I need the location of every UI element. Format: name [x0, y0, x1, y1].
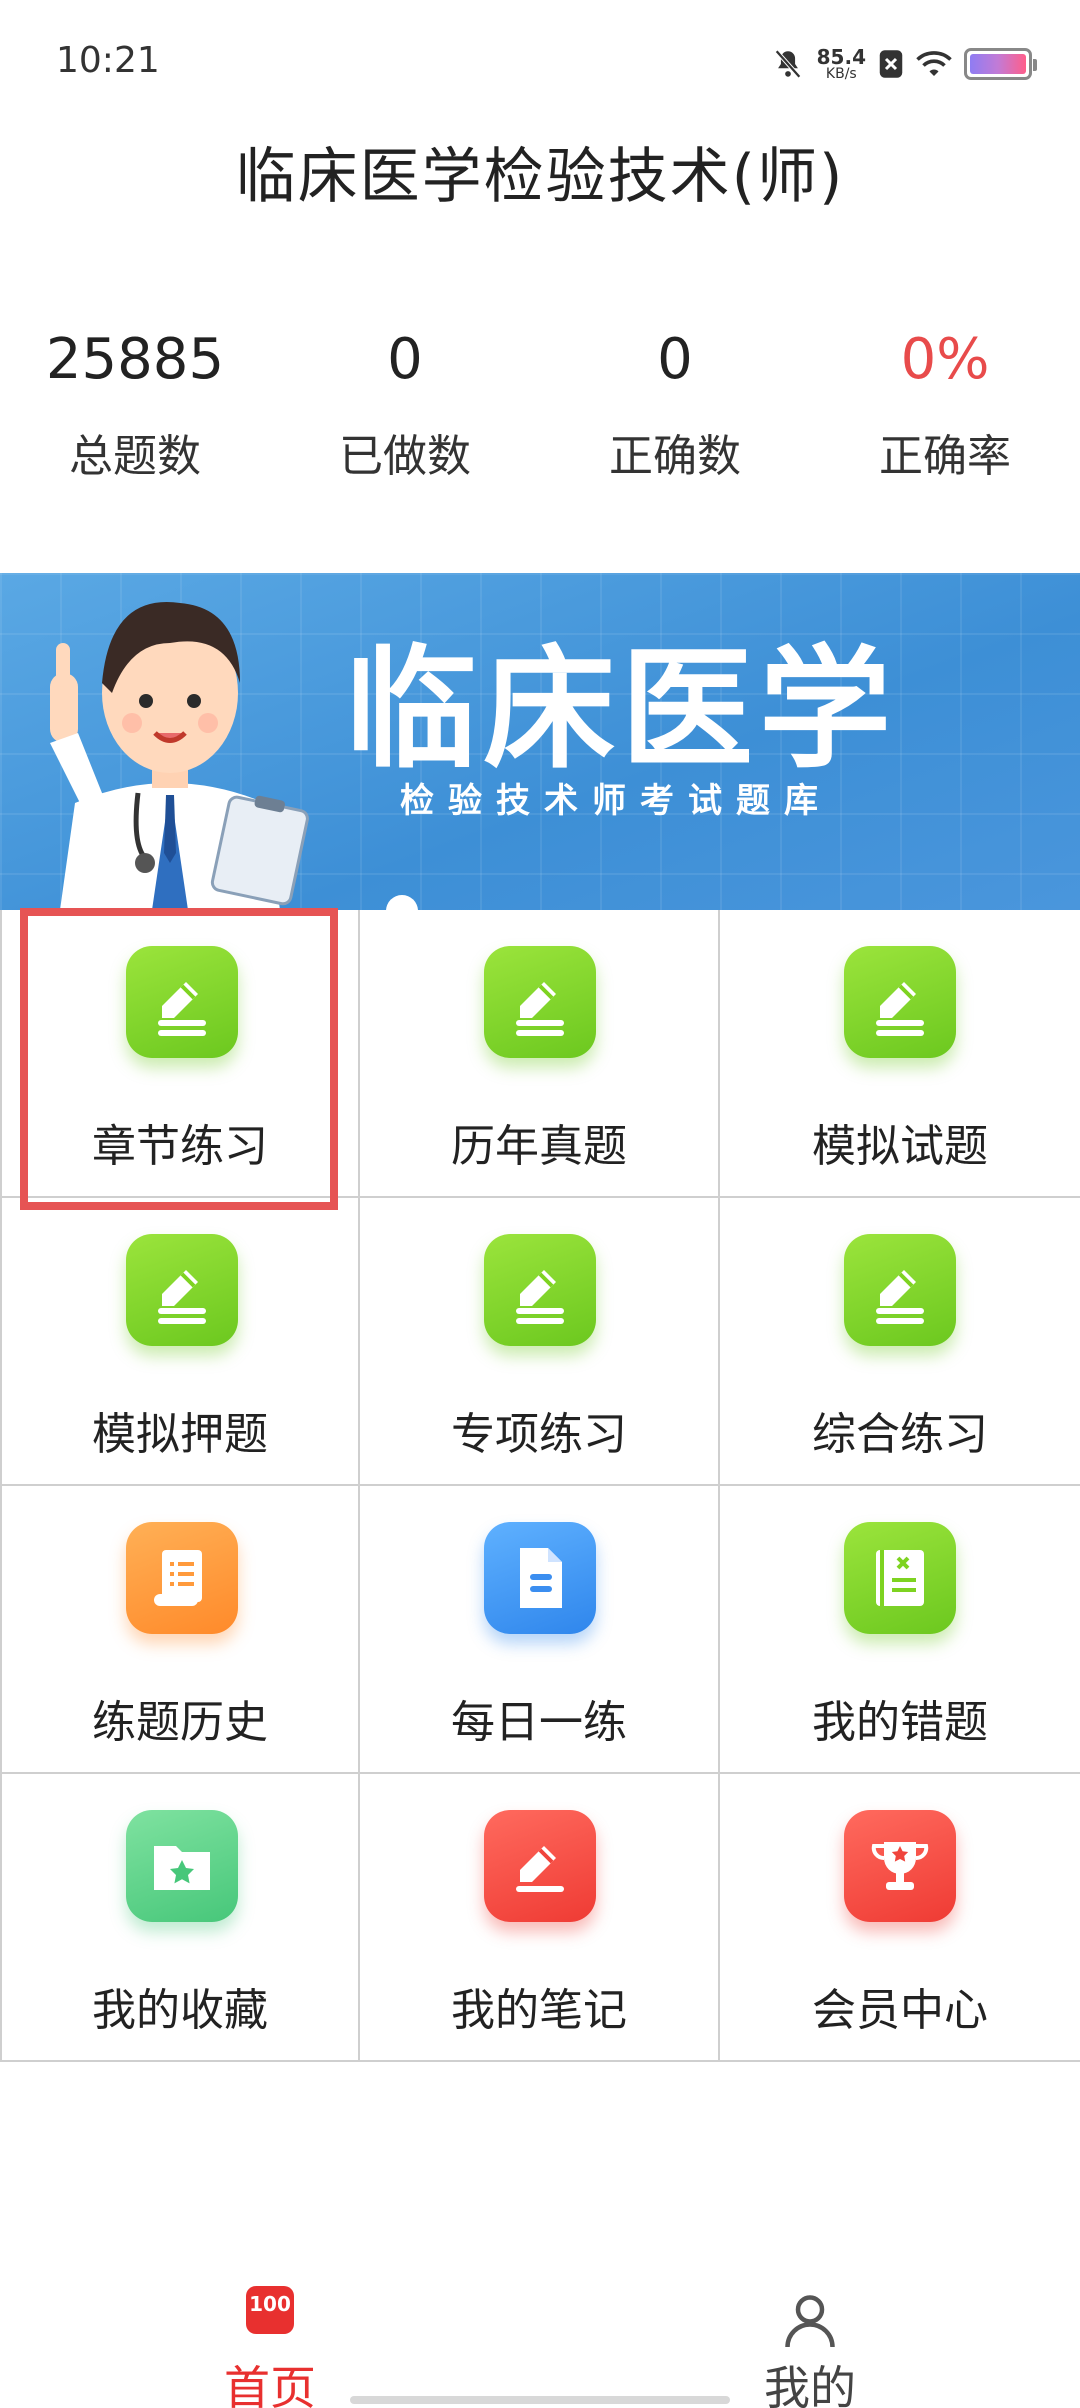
- folder-star-icon: [126, 1810, 238, 1922]
- stat-accuracy-value: 0%: [900, 327, 990, 392]
- menu-item-practice-history[interactable]: 练题历史: [0, 1486, 360, 1774]
- trophy-icon: [844, 1810, 956, 1922]
- home-icon: 100: [246, 2286, 294, 2334]
- nav-tab-home[interactable]: 100 首页: [0, 2260, 540, 2408]
- no-sim-icon: [879, 50, 903, 78]
- pencil-icon: [484, 1234, 596, 1346]
- menu-item-vip-center[interactable]: 会员中心: [720, 1774, 1080, 2062]
- pencil-icon: [126, 1234, 238, 1346]
- stat-total-value: 25885: [45, 327, 225, 392]
- stat-done-value: 0: [387, 327, 423, 392]
- stat-accuracy: 0% 正确率: [810, 320, 1080, 500]
- menu-item-label: 专项练习: [451, 1409, 627, 1460]
- stat-correct-label: 正确数: [609, 431, 741, 482]
- menu-item-label: 我的笔记: [451, 1985, 627, 2036]
- pencil-icon: [484, 1810, 596, 1922]
- battery-icon: [964, 48, 1037, 80]
- menu-item-wrong-questions[interactable]: 我的错题: [720, 1486, 1080, 1774]
- nav-tab-mine[interactable]: 我的: [540, 2260, 1080, 2408]
- pencil-icon: [484, 946, 596, 1058]
- menu-item-label: 模拟试题: [812, 1121, 988, 1172]
- pencil-icon: [844, 946, 956, 1058]
- status-time: 10:21: [56, 40, 160, 81]
- banner-subtitle: 检验技术师考试题库: [400, 781, 832, 821]
- network-speed-unit: KB/s: [825, 66, 857, 82]
- banner-title: 临床医学: [345, 633, 897, 787]
- menu-item-topic-practice[interactable]: 专项练习: [360, 1198, 720, 1486]
- menu-item-label: 会员中心: [812, 1985, 988, 2036]
- menu-item-label: 我的错题: [812, 1697, 988, 1748]
- network-speed: 85.4 KB/s: [817, 47, 866, 81]
- bottom-nav: 100 首页 我的: [0, 2260, 1080, 2408]
- menu-item-label: 我的收藏: [92, 1985, 268, 2036]
- stat-total: 25885 总题数: [0, 320, 270, 500]
- menu-item-predicted-questions[interactable]: 模拟押题: [0, 1198, 360, 1486]
- stat-accuracy-label: 正确率: [879, 431, 1011, 482]
- status-icons: 85.4 KB/s: [771, 40, 1037, 88]
- menu-item-notes[interactable]: 我的笔记: [360, 1774, 720, 2062]
- wrong-book-icon: [844, 1522, 956, 1634]
- pencil-icon: [844, 1234, 956, 1346]
- menu-item-label: 练题历史: [92, 1697, 268, 1748]
- highlight-box: [20, 908, 338, 1210]
- wifi-icon: [916, 51, 952, 76]
- scroll-icon: [126, 1522, 238, 1634]
- stats-row: 25885 总题数 0 已做数 0 正确数 0% 正确率: [0, 320, 1080, 500]
- promo-banner[interactable]: 临床医学 检验技术师考试题库: [0, 573, 1080, 910]
- page-title: 临床医学检验技术(师): [235, 142, 845, 212]
- user-icon: [785, 2295, 835, 2348]
- status-bar: 10:21 85.4 KB/s: [0, 0, 1080, 120]
- document-icon: [484, 1522, 596, 1634]
- menu-item-comprehensive-practice[interactable]: 综合练习: [720, 1198, 1080, 1486]
- stat-total-label: 总题数: [69, 431, 201, 482]
- doctor-illustration: [50, 602, 309, 910]
- stat-correct: 0 正确数: [540, 320, 810, 500]
- stat-correct-value: 0: [657, 327, 693, 392]
- mute-bell-icon: [774, 49, 801, 79]
- menu-item-label: 每日一练: [451, 1697, 627, 1748]
- menu-item-label: 模拟押题: [92, 1409, 268, 1460]
- menu-item-daily-practice[interactable]: 每日一练: [360, 1486, 720, 1774]
- stat-done: 0 已做数: [270, 320, 540, 500]
- menu-item-label: 历年真题: [451, 1121, 627, 1172]
- menu-item-label: 综合练习: [812, 1409, 988, 1460]
- stat-done-label: 已做数: [339, 431, 471, 482]
- menu-item-mock-tests[interactable]: 模拟试题: [720, 910, 1080, 1198]
- menu-item-past-exams[interactable]: 历年真题: [360, 910, 720, 1198]
- gesture-bar[interactable]: [350, 2396, 730, 2404]
- network-speed-value: 85.4: [816, 45, 866, 69]
- menu-item-favorites[interactable]: 我的收藏: [0, 1774, 360, 2062]
